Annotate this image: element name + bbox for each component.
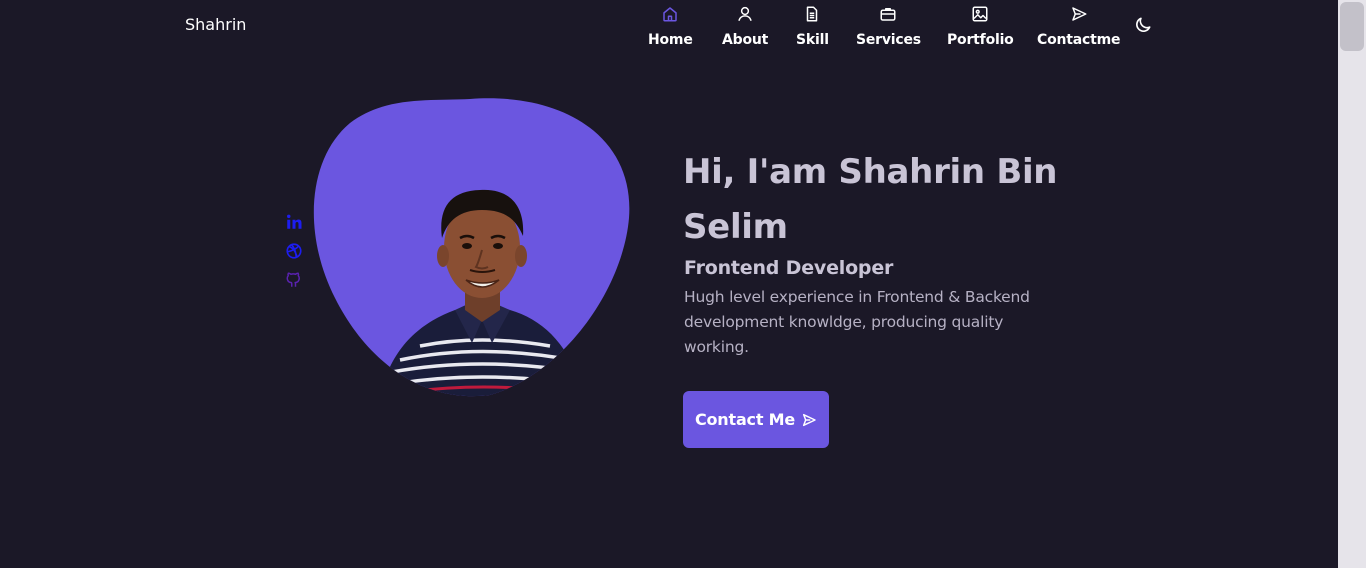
github-link[interactable] [285,271,303,291]
image-icon [972,6,988,22]
page: Shahrin Home About Skill Services Portfo… [0,0,1338,568]
hero-description: Hugh level experience in Frontend & Back… [684,288,1030,356]
linkedin-icon [287,214,302,229]
page-scrollbar[interactable] [1338,0,1366,568]
theme-toggle-button[interactable] [1133,15,1153,35]
send-icon [1071,7,1087,21]
nav-home[interactable]: Home [648,4,693,48]
briefcase-icon [880,8,896,21]
profile-image [313,98,630,397]
user-icon [738,6,752,21]
hero-title: Hi, I'am Shahrin Bin Selim [683,152,1058,247]
social-links [285,213,303,291]
profile-blob [310,98,630,398]
nav-contactme-label: Contactme [1037,32,1121,48]
dribbble-icon [286,243,302,259]
nav-services-label: Services [856,32,921,48]
moon-icon [1136,17,1151,32]
contact-me-label: Contact Me [694,410,796,429]
nav-home-label: Home [648,32,693,48]
linkedin-link[interactable] [285,213,303,233]
nav-about[interactable]: About [722,4,768,48]
nav-skill[interactable]: Skill [796,4,829,48]
nav-portfolio-label: Portfolio [947,32,1014,48]
nav-about-label: About [722,32,769,48]
nav-skill-label: Skill [796,32,829,48]
brand-logo[interactable]: Shahrin [185,15,246,34]
dribbble-link[interactable] [285,242,303,262]
nav-portfolio[interactable]: Portfolio [947,4,1014,48]
hero-subtitle: Frontend Developer [684,257,894,279]
scrollbar-thumb[interactable] [1340,2,1364,51]
github-icon [286,272,300,287]
nav-services[interactable]: Services [856,4,921,48]
send-icon [802,413,816,426]
nav-contactme[interactable]: Contactme [1037,4,1120,48]
document-icon [807,6,818,22]
contact-me-button[interactable]: Contact Me [683,391,829,448]
home-icon [663,7,678,22]
